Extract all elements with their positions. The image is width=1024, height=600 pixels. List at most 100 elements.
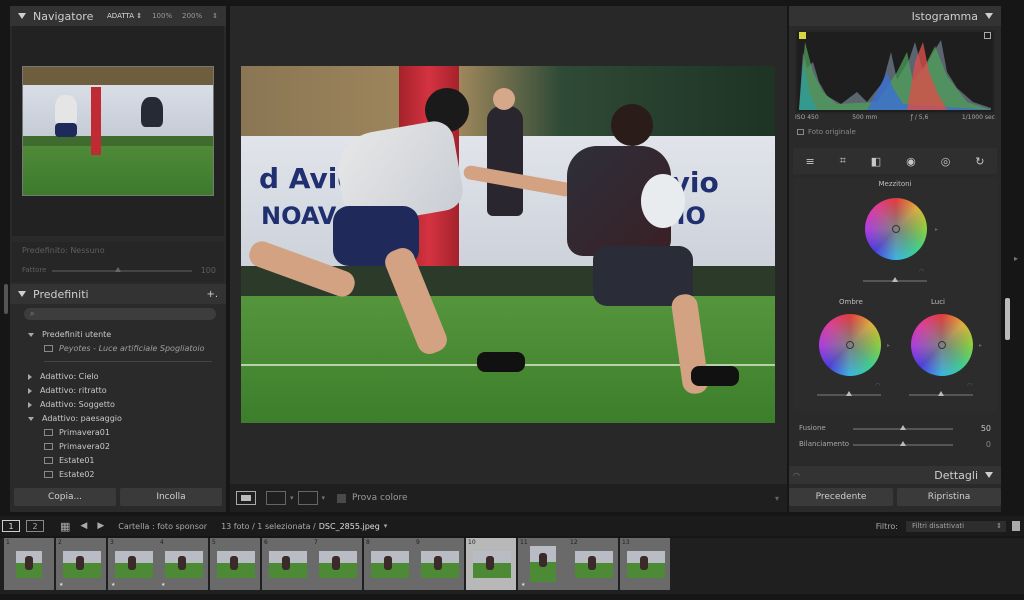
edit-sliders-icon[interactable]: ≡ bbox=[805, 155, 814, 168]
masking-icon[interactable]: ◎ bbox=[941, 155, 951, 168]
thumbnail-selected[interactable]: 10 bbox=[466, 538, 516, 590]
presets-header[interactable]: Predefiniti +. bbox=[10, 284, 226, 304]
reset-button[interactable]: Ripristina bbox=[897, 488, 1001, 506]
monitor-1-button[interactable]: 1 bbox=[2, 520, 20, 532]
loupe-view-icon[interactable] bbox=[236, 491, 256, 505]
thumbnail[interactable]: 7 bbox=[312, 538, 362, 590]
dropdown-chevron-icon[interactable]: ▾ bbox=[290, 494, 294, 502]
back-arrow-icon[interactable]: ◀ bbox=[80, 521, 87, 531]
zoom-more[interactable]: ⇕ bbox=[212, 12, 218, 20]
preset-amount-slider[interactable] bbox=[52, 270, 192, 272]
zoom-100[interactable]: 100% bbox=[152, 12, 172, 20]
red-eye-icon[interactable]: ◉ bbox=[906, 155, 916, 168]
current-filename[interactable]: DSC_2855.jpeg bbox=[319, 522, 380, 531]
thumbnail[interactable]: 3 ★ bbox=[108, 538, 158, 590]
checkbox-icon[interactable] bbox=[797, 129, 804, 135]
right-panel-toggle-icon[interactable]: ▸ bbox=[1014, 254, 1018, 263]
toolbar-menu-chevron-icon[interactable]: ▾ bbox=[775, 494, 779, 503]
right-scrollbar[interactable] bbox=[1005, 298, 1010, 340]
preset-group-sky[interactable]: Adattivo: Cielo bbox=[28, 372, 99, 381]
compare-view-icon[interactable] bbox=[266, 491, 286, 505]
paste-button[interactable]: Incolla bbox=[120, 488, 222, 506]
thumbnail[interactable]: 5 bbox=[210, 538, 260, 590]
shadow-clipping-icon[interactable] bbox=[799, 32, 806, 39]
preset-icon bbox=[44, 429, 53, 436]
previous-button[interactable]: Precedente bbox=[789, 488, 893, 506]
wheel-handle[interactable] bbox=[938, 341, 946, 349]
before-after-icon[interactable] bbox=[297, 491, 318, 505]
original-photo-toggle[interactable]: Foto originale bbox=[797, 128, 856, 136]
add-preset-icon[interactable]: +. bbox=[206, 289, 218, 300]
wheel-expand-icon[interactable]: ▸ bbox=[887, 342, 890, 349]
monitor-2-button[interactable]: 2 bbox=[26, 520, 44, 532]
thumbnail[interactable]: 11 ★ bbox=[518, 538, 568, 590]
thumbnail[interactable]: 13 bbox=[620, 538, 670, 590]
thumbnail[interactable]: 6 bbox=[262, 538, 312, 590]
midtones-wheel[interactable] bbox=[865, 198, 927, 260]
thumbnail[interactable]: 1 bbox=[4, 538, 54, 590]
slider-knob[interactable] bbox=[938, 391, 944, 396]
presets-cycle-icon[interactable]: ↻ bbox=[975, 155, 984, 168]
softproof-checkbox[interactable] bbox=[337, 493, 347, 503]
eye-icon[interactable]: ◠ bbox=[967, 382, 972, 389]
slider-knob[interactable] bbox=[892, 277, 898, 282]
preset-item-user[interactable]: Peyotes - Luce artificiale Spogliatoio bbox=[44, 344, 205, 353]
image-viewer: d Avio NOAV Avio AVIO ▾ ▾ Prova colo bbox=[230, 6, 787, 512]
filter-dropdown[interactable]: Filtri disattivati ⇕ bbox=[906, 520, 1006, 532]
thumbnail[interactable]: 4 ★ bbox=[158, 538, 208, 590]
preset-item[interactable]: Primavera01 bbox=[44, 428, 110, 437]
histogram-header[interactable]: Istogramma bbox=[789, 6, 1001, 26]
main-photo[interactable]: d Avio NOAV Avio AVIO bbox=[241, 66, 775, 423]
dropdown-chevron-icon[interactable]: ▾ bbox=[322, 494, 326, 502]
left-panel: Navigatore ADATTA ⇕ 100% 200% ⇕ Predefin… bbox=[10, 6, 226, 512]
slider-knob[interactable] bbox=[900, 425, 906, 430]
wheel-handle[interactable] bbox=[892, 225, 900, 233]
grid-view-icon[interactable]: ▦ bbox=[60, 520, 70, 533]
shadows-wheel[interactable] bbox=[819, 314, 881, 376]
preset-search-input[interactable]: ⌕ bbox=[24, 308, 216, 320]
copy-button[interactable]: Copia... bbox=[14, 488, 116, 506]
preset-group-landscape[interactable]: Adattivo: paesaggio bbox=[28, 414, 122, 423]
navigator-header[interactable]: Navigatore ADATTA ⇕ 100% 200% ⇕ bbox=[10, 6, 226, 26]
slider-knob[interactable] bbox=[846, 391, 852, 396]
highlights-wheel[interactable] bbox=[911, 314, 973, 376]
collapse-triangle-icon[interactable] bbox=[18, 13, 26, 19]
wheel-expand-icon[interactable]: ▸ bbox=[935, 226, 938, 233]
highlight-clipping-icon[interactable] bbox=[984, 32, 991, 39]
preset-item[interactable]: Primavera02 bbox=[44, 442, 110, 451]
preset-amount-knob[interactable] bbox=[115, 267, 121, 272]
thumbnail[interactable]: 8 bbox=[364, 538, 414, 590]
left-scrollbar[interactable] bbox=[4, 284, 8, 314]
wheel-expand-icon[interactable]: ▸ bbox=[979, 342, 982, 349]
eye-icon[interactable]: ◠ bbox=[875, 382, 880, 389]
right-panel: Istogramma ISO 450 500 mm ƒ / 5,6 1/1000… bbox=[789, 6, 1001, 512]
filter-lock-icon[interactable] bbox=[1012, 521, 1020, 531]
forward-arrow-icon[interactable]: ▶ bbox=[97, 521, 104, 531]
preset-item[interactable]: Estate02 bbox=[44, 470, 95, 479]
preset-group-user[interactable]: Predefiniti utente bbox=[28, 330, 111, 339]
collapse-triangle-icon[interactable] bbox=[18, 291, 26, 297]
collapse-triangle-icon[interactable] bbox=[985, 13, 993, 19]
collapse-triangle-icon[interactable] bbox=[985, 472, 993, 478]
chevron-down-icon[interactable]: ▾ bbox=[384, 522, 388, 530]
thumbnail[interactable]: 9 bbox=[414, 538, 464, 590]
preset-group-portrait[interactable]: Adattivo: ritratto bbox=[28, 386, 107, 395]
navigator-preview[interactable] bbox=[22, 66, 214, 196]
eye-icon[interactable]: ◠ bbox=[919, 268, 924, 275]
preset-group-subject[interactable]: Adattivo: Soggetto bbox=[28, 400, 115, 409]
zoom-200[interactable]: 200% bbox=[182, 12, 202, 20]
zoom-fit[interactable]: ADATTA ⇕ bbox=[107, 12, 142, 20]
healing-eraser-icon[interactable]: ◧ bbox=[871, 155, 881, 168]
details-header[interactable]: ◠ Dettagli bbox=[789, 466, 1001, 484]
thumbnail[interactable]: 12 bbox=[568, 538, 618, 590]
slider-knob[interactable] bbox=[900, 441, 906, 446]
blending-label: Fusione bbox=[799, 424, 826, 432]
navigator-title: Navigatore bbox=[33, 9, 94, 23]
thumbnail[interactable]: 2 ★ bbox=[56, 538, 106, 590]
crop-icon[interactable]: ⌗ bbox=[840, 154, 846, 168]
details-title: Dettagli bbox=[934, 468, 978, 482]
preset-item[interactable]: Estate01 bbox=[44, 456, 95, 465]
eye-icon[interactable]: ◠ bbox=[793, 471, 800, 480]
histogram[interactable] bbox=[795, 30, 995, 114]
wheel-handle[interactable] bbox=[846, 341, 854, 349]
